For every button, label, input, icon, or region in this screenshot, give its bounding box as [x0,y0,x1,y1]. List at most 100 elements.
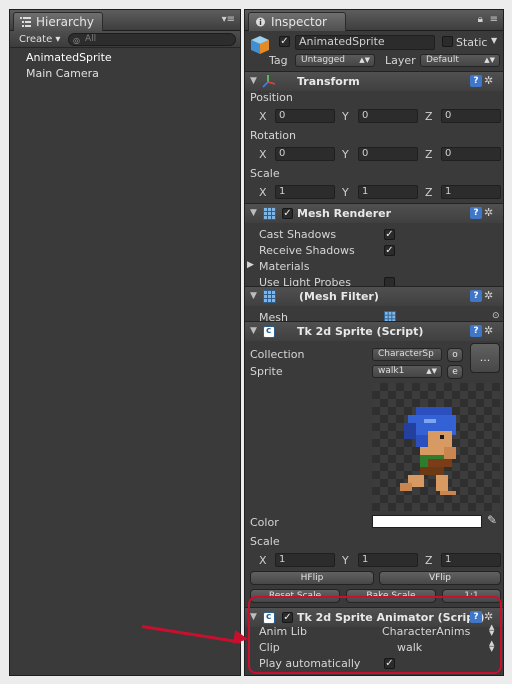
panel-menu-icon[interactable]: ▾≡ [222,14,235,25]
panel-menu-icon[interactable]: ≡ [490,14,498,25]
collection-open-button[interactable]: o [447,348,463,362]
gear-icon[interactable]: ✲ [484,289,493,302]
mesh-renderer-enabled-checkbox[interactable]: ✓ [282,208,293,219]
scale-y-field[interactable]: 1 [358,185,418,199]
position-y-field[interactable]: 0 [358,109,418,123]
sprite-value: walk1 [378,366,405,376]
tab-inspector[interactable]: Inspector [248,12,346,31]
tk2d-sprite-title: Tk 2d Sprite (Script) [297,325,424,338]
axis-y-label: Y [342,186,349,199]
search-input[interactable]: ◎ All [68,33,236,46]
cast-shadows-label: Cast Shadows [259,228,337,241]
hflip-button[interactable]: HFlip [250,571,374,585]
static-dropdown-icon[interactable]: ▼ [491,36,497,45]
create-button[interactable]: Create ▾ [15,33,64,46]
hierarchy-toolbar: Create ▾ ◎ All [10,31,240,48]
dropdown-arrow-icon: ▲▼ [359,56,370,64]
transform-title: Transform [297,75,360,88]
sprite-scale-y-field[interactable]: 1 [358,553,418,567]
axis-y-label: Y [342,554,349,567]
color-label: Color [250,516,279,529]
mesh-renderer-title: Mesh Renderer [297,207,392,220]
inspector-tabbar: Inspector 🔒︎ ≡ [245,10,503,31]
mesh-filter-icon [263,290,276,303]
axis-x-label: X [259,554,267,567]
sprite-scale-label: Scale [250,535,280,548]
scale-z-field[interactable]: 1 [441,185,501,199]
mesh-filter-header[interactable]: ▼ (Mesh Filter) ? ✲ [245,286,503,306]
mesh-renderer-icon [263,207,276,220]
axis-x-label: X [259,110,267,123]
position-z-field[interactable]: 0 [441,109,501,123]
materials-label[interactable]: Materials [259,260,309,273]
layer-dropdown[interactable]: Default ▲▼ [420,54,500,67]
list-item[interactable]: AnimatedSprite [10,50,240,66]
position-label: Position [250,91,293,104]
sprite-scale-x-field[interactable]: 1 [275,553,335,567]
hierarchy-list: AnimatedSprite Main Camera [10,48,240,82]
axis-y-label: Y [342,110,349,123]
help-icon[interactable]: ? [470,207,482,219]
help-icon[interactable]: ? [470,325,482,337]
cast-shadows-checkbox[interactable]: ✓ [384,229,395,240]
more-button[interactable]: ... [470,343,500,373]
collapse-triangle-icon[interactable]: ▼ [250,76,257,86]
list-item[interactable]: Main Camera [10,66,240,82]
inspector-panel: Inspector 🔒︎ ≡ ✓ AnimatedSprite Static ▼… [244,9,504,676]
transform-header[interactable]: ▼ Transform ? ✲ [245,71,503,91]
dropdown-arrow-icon: ▲▼ [426,367,437,375]
transform-axes-icon [262,75,275,88]
receive-shadows-checkbox[interactable]: ✓ [384,245,395,256]
dropdown-arrow-icon: ▲▼ [484,56,495,64]
static-label: Static [456,36,488,49]
active-checkbox[interactable]: ✓ [279,36,290,47]
search-icon: ◎ [73,36,80,45]
hierarchy-tabbar: Hierarchy ▾≡ [10,10,240,31]
tab-hierarchy[interactable]: Hierarchy [13,12,104,31]
layer-value: Default [426,55,459,65]
scale-x-field[interactable]: 1 [275,185,335,199]
eyedropper-icon[interactable]: ✎ [487,513,497,527]
tk2d-sprite-header[interactable]: ▼ c Tk 2d Sprite (Script) ? ✲ [245,321,503,341]
axis-z-label: Z [425,554,433,567]
gear-icon[interactable]: ✲ [484,74,493,87]
rotation-y-field[interactable]: 0 [358,147,418,161]
highlight-box [248,596,502,674]
sprite-label: Sprite [250,365,283,378]
layer-label: Layer [385,54,416,67]
object-name-field[interactable]: AnimatedSprite [295,35,435,50]
mesh-filter-title: (Mesh Filter) [299,290,379,303]
object-picker-icon[interactable]: ⊙ [492,311,500,321]
tag-dropdown[interactable]: Untagged ▲▼ [295,54,375,67]
color-swatch[interactable] [372,515,482,528]
collapse-triangle-icon[interactable]: ▼ [250,291,257,301]
hierarchy-panel: Hierarchy ▾≡ Create ▾ ◎ All AnimatedSpri… [9,9,241,676]
collapse-triangle-icon[interactable]: ▼ [250,326,257,336]
help-icon[interactable]: ? [470,290,482,302]
mesh-renderer-header[interactable]: ▼ ✓ Mesh Renderer ? ✲ [245,203,503,223]
static-checkbox[interactable] [442,36,453,47]
vflip-button[interactable]: VFlip [379,571,501,585]
axis-z-label: Z [425,148,433,161]
gear-icon[interactable]: ✲ [484,206,493,219]
lock-icon[interactable]: 🔒︎ [478,14,483,25]
gear-icon[interactable]: ✲ [484,324,493,337]
collection-dropdown[interactable]: CharacterSp [372,348,442,361]
position-x-field[interactable]: 0 [275,109,335,123]
info-icon [256,17,265,27]
sprite-preview [372,383,500,511]
collection-value: CharacterSp [378,349,434,359]
inspector-body: ✓ AnimatedSprite Static ▼ Tag Untagged ▲▼… [245,32,503,675]
hierarchy-list-icon [20,17,31,27]
sprite-scale-z-field[interactable]: 1 [441,553,501,567]
axis-x-label: X [259,148,267,161]
sprite-edit-button[interactable]: e [447,365,463,379]
rotation-x-field[interactable]: 0 [275,147,335,161]
rotation-z-field[interactable]: 0 [441,147,501,161]
expand-triangle-icon[interactable]: ▶ [247,260,254,270]
axis-z-label: Z [425,110,433,123]
collapse-triangle-icon[interactable]: ▼ [250,208,257,218]
help-icon[interactable]: ? [470,75,482,87]
tab-inspector-label: Inspector [271,15,327,29]
sprite-dropdown[interactable]: walk1 ▲▼ [372,365,442,378]
